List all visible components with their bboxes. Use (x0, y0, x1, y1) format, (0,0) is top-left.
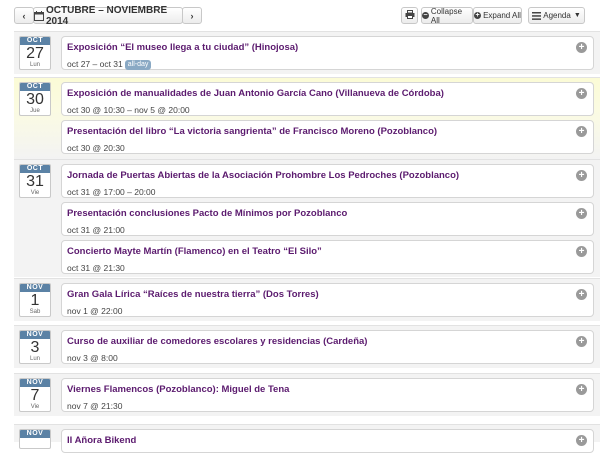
expand-event-icon[interactable]: + (576, 384, 587, 395)
expand-event-icon[interactable]: + (576, 289, 587, 300)
expand-event-icon[interactable]: + (576, 126, 587, 137)
date-day: 7 (30, 387, 40, 404)
date-box: OCT 27 Lun (19, 36, 51, 70)
date-day: 31 (26, 173, 44, 190)
date-weekday: Jue (30, 108, 40, 114)
collapse-all-label: Collapse All (430, 6, 463, 25)
expand-event-icon[interactable]: + (576, 208, 587, 219)
expand-all-button[interactable]: + Expand All (473, 7, 522, 24)
expand-event-icon[interactable]: + (576, 336, 587, 347)
event-time: oct 27 – oct 31 all-day (67, 59, 152, 70)
date-weekday: Sab (29, 309, 41, 315)
event-title[interactable]: Concierto Mayte Martín (Flamenco) en el … (67, 246, 322, 257)
date-weekday: Lun (29, 356, 40, 362)
date-box: NOV (19, 429, 51, 449)
event-item[interactable]: Curso de auxiliar de comedores escolares… (61, 330, 594, 364)
event-item[interactable]: Presentación conclusiones Pacto de Mínim… (61, 202, 594, 236)
date-weekday: Lun (29, 62, 40, 68)
collapse-all-button[interactable]: − Collapse All (421, 6, 473, 25)
event-title[interactable]: Curso de auxiliar de comedores escolares… (67, 336, 367, 347)
date-box: NOV 1 Sab (19, 283, 51, 317)
agenda-day: OCT 27 Lun Exposición “El museo llega a … (14, 31, 600, 74)
expand-event-icon[interactable]: + (576, 170, 587, 181)
calendar-toolbar: ‹ OCTUBRE – NOVIEMBRE 2014 › − Collapse … (0, 0, 600, 30)
expand-event-icon[interactable]: + (576, 42, 587, 53)
minus-circle-icon: − (422, 12, 429, 19)
date-month: NOV (20, 331, 50, 339)
event-time: oct 30 @ 20:30 (67, 143, 125, 153)
event-item[interactable]: Jornada de Puertas Abiertas de la Asocia… (61, 164, 594, 198)
print-button[interactable] (401, 7, 418, 24)
date-day: 30 (26, 91, 44, 108)
all-day-badge: all-day (124, 60, 152, 70)
list-icon (532, 11, 542, 20)
event-item[interactable]: Viernes Flamencos (Pozoblanco): Miguel d… (61, 378, 594, 412)
print-icon (405, 9, 415, 22)
date-month: OCT (20, 165, 50, 173)
date-month: NOV (20, 284, 50, 292)
plus-circle-icon: + (474, 12, 482, 19)
event-time: nov 1 @ 22:00 (67, 306, 123, 316)
event-title[interactable]: Exposición “El museo llega a tu ciudad” … (67, 42, 298, 53)
view-select-button[interactable]: Agenda ▼ (528, 7, 585, 24)
date-box: NOV 7 Vie (19, 378, 51, 412)
event-time: oct 31 @ 21:30 (67, 263, 125, 273)
date-weekday: Vie (30, 404, 40, 410)
expand-event-icon[interactable]: + (576, 435, 587, 446)
date-box: OCT 30 Jue (19, 82, 51, 116)
agenda-day: OCT 31 Vie Jornada de Puertas Abiertas d… (14, 159, 600, 277)
expand-all-label: Expand All (483, 11, 521, 20)
date-month: NOV (20, 379, 50, 387)
caret-down-icon: ▼ (573, 12, 581, 19)
event-title[interactable]: Presentación conclusiones Pacto de Mínim… (67, 208, 347, 219)
date-range-label: OCTUBRE – NOVIEMBRE 2014 (46, 4, 168, 27)
agenda-day: NOV 3 Lun Curso de auxiliar de comedores… (14, 325, 600, 368)
event-item[interactable]: Exposición “El museo llega a tu ciudad” … (61, 36, 594, 70)
event-title[interactable]: Exposición de manualidades de Juan Anton… (67, 88, 444, 99)
date-day: 27 (26, 45, 44, 62)
event-time: oct 31 @ 21:00 (67, 225, 125, 235)
event-time: oct 30 @ 10:30 – nov 5 @ 20:00 (67, 105, 190, 115)
chevron-left-icon: ‹ (22, 10, 26, 21)
date-box: NOV 3 Lun (19, 330, 51, 364)
agenda-day: NOV II Añora Bikend + (14, 424, 600, 453)
agenda-day-today: OCT 30 Jue Exposición de manualidades de… (14, 77, 600, 159)
date-range-button[interactable]: OCTUBRE – NOVIEMBRE 2014 (33, 4, 183, 27)
event-item[interactable]: II Añora Bikend + (61, 429, 594, 453)
chevron-right-icon: › (190, 10, 194, 21)
date-day: 3 (30, 339, 40, 356)
event-title[interactable]: II Añora Bikend (67, 435, 136, 446)
prev-range-button[interactable]: ‹ (14, 7, 34, 24)
date-month: OCT (20, 83, 50, 91)
agenda-day: NOV 1 Sab Gran Gala Lírica “Raíces de nu… (14, 278, 600, 321)
event-time: nov 7 @ 21:30 (67, 401, 123, 411)
event-title[interactable]: Presentación del libro “La victoria sang… (67, 126, 437, 137)
view-select-label: Agenda (543, 11, 571, 20)
event-item[interactable]: Gran Gala Lírica “Raíces de nuestra tier… (61, 283, 594, 317)
calendar-icon (34, 10, 44, 21)
date-weekday: Vie (30, 190, 40, 196)
event-title[interactable]: Jornada de Puertas Abiertas de la Asocia… (67, 170, 459, 181)
event-item[interactable]: Exposición de manualidades de Juan Anton… (61, 82, 594, 116)
date-month: NOV (20, 430, 50, 438)
event-time-text: oct 27 – oct 31 (67, 59, 123, 69)
event-title[interactable]: Viernes Flamencos (Pozoblanco): Miguel d… (67, 384, 289, 395)
date-box: OCT 31 Vie (19, 164, 51, 198)
event-time: oct 31 @ 17:00 – 20:00 (67, 187, 156, 197)
event-item[interactable]: Concierto Mayte Martín (Flamenco) en el … (61, 240, 594, 274)
event-title[interactable]: Gran Gala Lírica “Raíces de nuestra tier… (67, 289, 319, 300)
next-range-button[interactable]: › (182, 7, 202, 24)
expand-event-icon[interactable]: + (576, 246, 587, 257)
expand-event-icon[interactable]: + (576, 88, 587, 99)
event-item[interactable]: Presentación del libro “La victoria sang… (61, 120, 594, 154)
date-month: OCT (20, 37, 50, 45)
agenda-day: NOV 7 Vie Viernes Flamencos (Pozoblanco)… (14, 373, 600, 416)
date-day: 1 (30, 292, 40, 309)
event-time: nov 3 @ 8:00 (67, 353, 118, 363)
